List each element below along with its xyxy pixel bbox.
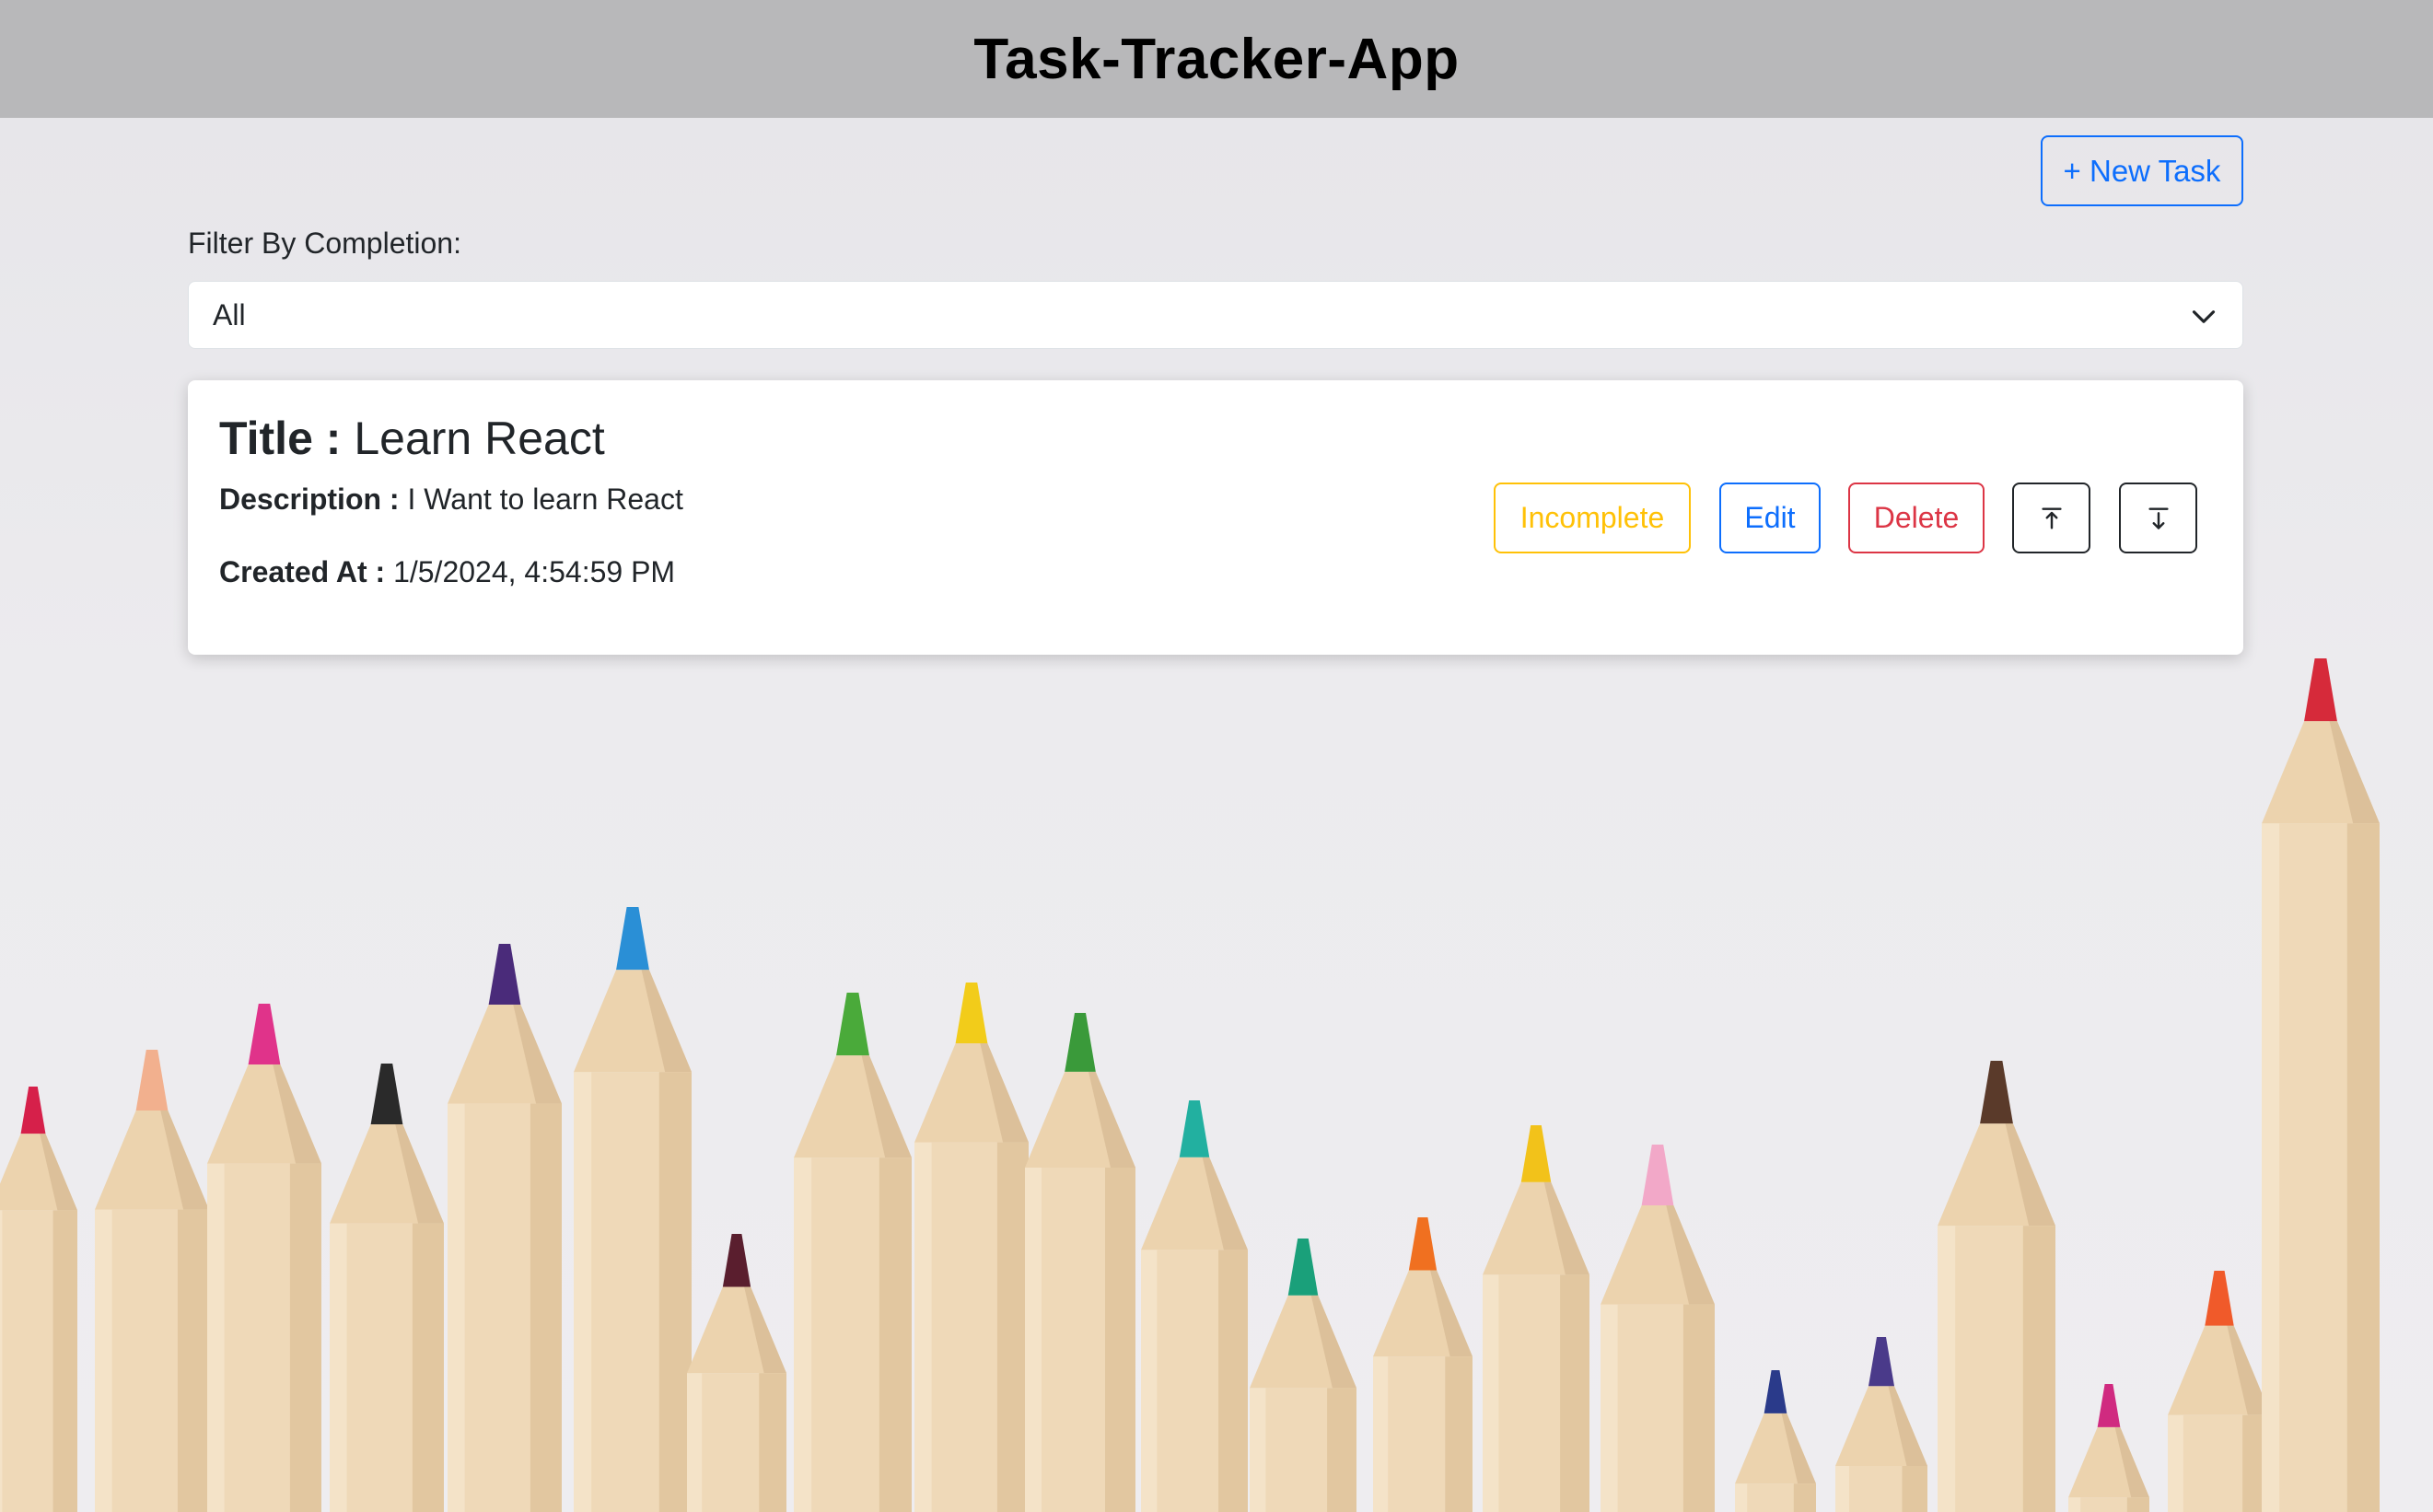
filter-selected-value: All xyxy=(213,297,246,331)
task-card: Title : Learn React Description : I Want… xyxy=(188,380,2243,655)
move-down-button[interactable] xyxy=(2119,483,2197,553)
task-created-label: Created At : xyxy=(219,555,386,588)
delete-button[interactable]: Delete xyxy=(1848,483,1985,553)
task-title: Title : Learn React xyxy=(219,412,605,465)
task-title-label: Title : xyxy=(219,413,342,464)
app-title: Task-Tracker-App xyxy=(973,27,1460,91)
filter-completion-select[interactable]: All xyxy=(188,281,2243,349)
task-description: Description : I Want to learn React xyxy=(219,483,683,517)
task-created-value: 1/5/2024, 4:54:59 PM xyxy=(393,555,676,588)
arrow-down-to-line-icon xyxy=(2148,506,2169,529)
new-task-button[interactable]: + New Task xyxy=(2041,135,2243,206)
incomplete-button[interactable]: Incomplete xyxy=(1494,483,1691,553)
arrow-up-to-line-icon xyxy=(2041,506,2062,529)
move-up-button[interactable] xyxy=(2012,483,2090,553)
task-title-value: Learn React xyxy=(354,413,605,464)
app-header: Task-Tracker-App xyxy=(0,0,2433,118)
task-created-at: Created At : 1/5/2024, 4:54:59 PM xyxy=(219,555,675,589)
filter-label: Filter By Completion: xyxy=(188,227,461,260)
task-description-value: I Want to learn React xyxy=(407,483,683,516)
chevron-down-icon xyxy=(2192,310,2216,323)
task-description-label: Description : xyxy=(219,483,400,516)
edit-button[interactable]: Edit xyxy=(1719,483,1821,553)
